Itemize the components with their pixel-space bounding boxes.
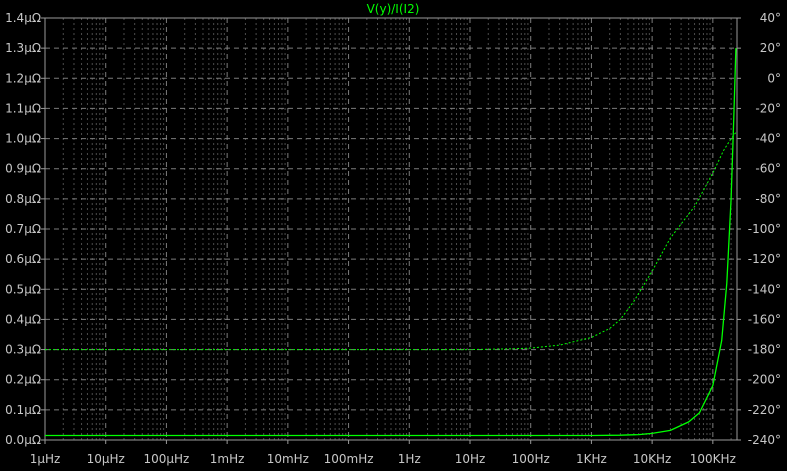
plot: 1µHz 10µHz 100µHz 1mHz 10mHz 100mHz 1Hz 10Hz 100… (0, 0, 787, 471)
x-tick-label: 100Hz (512, 452, 550, 466)
y-right-tick-label: -40° (755, 132, 781, 146)
y-left-tick-label: 0.1µΩ (5, 403, 41, 417)
x-tick-label: 100KHz (690, 452, 736, 466)
x-tick-label: 10mHz (267, 452, 309, 466)
chart-title[interactable]: V(y)/I(I2) (367, 2, 420, 16)
y-right-tick-label: -140° (748, 282, 781, 296)
x-tick-label: 100µHz (143, 452, 189, 466)
y-right-tick-label: -100° (748, 222, 781, 236)
y-right-tick-label: -200° (748, 373, 781, 387)
y-left-tick-label: 0.6µΩ (5, 252, 41, 266)
y-left-tick-label: 0.5µΩ (5, 282, 41, 296)
y-left-tick-label: 1.3µΩ (5, 41, 41, 55)
y-right-tick-label: -160° (748, 312, 781, 326)
x-tick-label: 10Hz (455, 452, 486, 466)
y-right-tick-label: -220° (748, 403, 781, 417)
y-right-tick-label: -240° (748, 433, 781, 447)
y-left-tick-labels: 0.0µΩ 0.1µΩ 0.2µΩ 0.3µΩ 0.4µΩ 0.5µΩ 0.6µΩ 0.7µΩ… (5, 11, 41, 447)
y-left-tick-label: 0.9µΩ (5, 162, 41, 176)
y-right-tick-label: -120° (748, 252, 781, 266)
y-left-tick-label: 1.4µΩ (5, 11, 41, 25)
y-left-tick-label: 0.7µΩ (5, 222, 41, 236)
y-right-tick-label: -180° (748, 343, 781, 357)
y-right-tick-label: 40° (760, 11, 781, 25)
y-left-tick-label: 0.3µΩ (5, 343, 41, 357)
x-tick-label: 1KHz (576, 452, 607, 466)
y-right-tick-label: 0° (767, 71, 781, 85)
x-tick-label: 1Hz (398, 452, 421, 466)
x-tick-label: 10µHz (87, 452, 125, 466)
y-left-tick-label: 1.1µΩ (5, 101, 41, 115)
y-left-tick-label: 0.0µΩ (5, 433, 41, 447)
y-right-tick-label: -80° (755, 192, 781, 206)
y-right-tick-label: -60° (755, 162, 781, 176)
x-tick-label: 10KHz (633, 452, 671, 466)
y-left-tick-label: 1.0µΩ (5, 132, 41, 146)
x-tick-label: 1µHz (30, 452, 61, 466)
y-right-tick-label: 20° (760, 41, 781, 55)
y-left-tick-label: 0.2µΩ (5, 373, 41, 387)
y-left-tick-label: 0.8µΩ (5, 192, 41, 206)
y-left-tick-label: 1.2µΩ (5, 71, 41, 85)
y-left-tick-label: 0.4µΩ (5, 312, 41, 326)
y-right-tick-label: -20° (755, 101, 781, 115)
x-tick-label: 1mHz (210, 452, 245, 466)
x-tick-label: 100mHz (324, 452, 374, 466)
